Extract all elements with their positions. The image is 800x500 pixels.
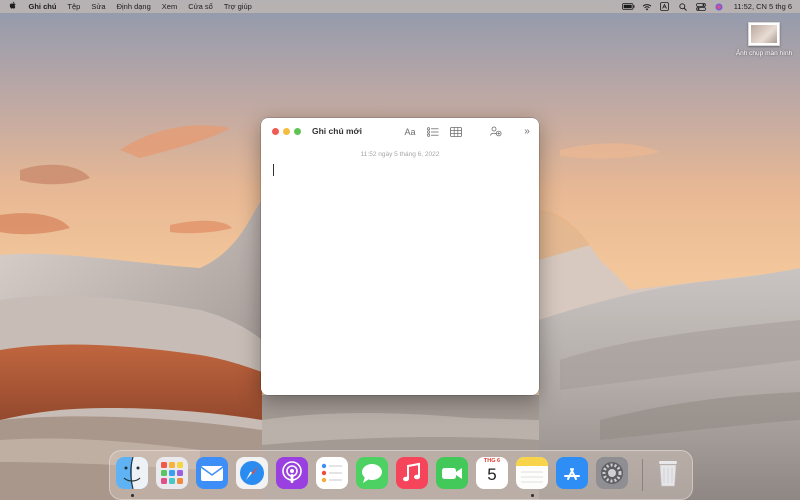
menu-edit[interactable]: Sửa — [86, 0, 111, 13]
dock-reminders[interactable] — [316, 457, 348, 489]
siri-icon[interactable] — [712, 0, 726, 13]
dock-app-store[interactable] — [556, 457, 588, 489]
zoom-button[interactable] — [294, 127, 301, 135]
running-indicator — [531, 494, 534, 497]
dock: THG 6 5 — [109, 450, 693, 500]
note-timestamp: 11:52 ngày 5 tháng 6, 2022 — [360, 151, 440, 158]
menu-help[interactable]: Trợ giúp — [218, 0, 257, 13]
desktop-file-label: Ảnh chụp màn hình — [735, 50, 793, 57]
app-store-icon — [556, 457, 588, 489]
dock-mail[interactable] — [196, 457, 228, 489]
finder-icon — [116, 457, 148, 489]
music-icon — [396, 457, 428, 489]
toolbar-overflow-button[interactable]: » — [521, 125, 533, 138]
menu-clock[interactable]: 11:52, CN 5 thg 6 — [728, 2, 792, 11]
table-icon[interactable] — [449, 125, 463, 138]
minimize-button[interactable] — [283, 127, 290, 135]
calendar-month: THG 6 — [483, 458, 501, 464]
menu-file[interactable]: Tệp — [62, 0, 86, 13]
wifi-icon[interactable] — [640, 0, 654, 13]
checklist-icon[interactable] — [426, 125, 440, 138]
close-button[interactable] — [272, 127, 279, 135]
menu-window[interactable]: Cửa sổ — [183, 0, 219, 13]
calendar-icon: THG 6 5 — [476, 457, 508, 489]
dock-notes[interactable] — [516, 457, 548, 497]
dock-messages[interactable] — [356, 457, 388, 489]
control-center-icon[interactable] — [694, 0, 708, 13]
running-indicator — [131, 494, 134, 497]
calendar-day: 5 — [487, 465, 497, 484]
launchpad-icon — [156, 457, 188, 489]
collaborate-icon[interactable] — [489, 125, 503, 138]
dock-separator — [642, 459, 643, 491]
dock-finder[interactable] — [116, 457, 148, 497]
trash-icon — [659, 461, 677, 487]
dock-facetime[interactable] — [436, 457, 468, 489]
safari-icon — [236, 457, 268, 489]
dock-calendar[interactable]: THG 6 5 — [476, 457, 508, 489]
dock-system-preferences[interactable] — [596, 457, 628, 489]
menu-view[interactable]: Xem — [156, 0, 182, 13]
apple-menu-icon[interactable] — [0, 1, 23, 12]
dock-safari[interactable] — [236, 457, 268, 489]
notes-window: Ghi chú mới Aa » 11:52 ngày 5 tháng 6, 2… — [261, 118, 539, 395]
messages-icon — [356, 457, 388, 489]
dock-trash[interactable] — [652, 457, 684, 489]
menu-app-name[interactable]: Ghi chú — [23, 0, 62, 13]
screenshot-thumbnail-icon — [748, 22, 780, 46]
format-text-button[interactable]: Aa — [402, 125, 418, 138]
input-source-icon[interactable] — [658, 0, 672, 13]
notes-icon — [516, 457, 548, 489]
gear-icon — [596, 457, 628, 489]
menu-format[interactable]: Định dạng — [111, 0, 156, 13]
battery-icon[interactable] — [622, 0, 636, 13]
reminders-icon — [316, 457, 348, 489]
menu-bar: Ghi chú Tệp Sửa Định dạng Xem Cửa sổ Trợ… — [0, 0, 800, 13]
note-body[interactable] — [261, 160, 539, 395]
window-titlebar[interactable]: Ghi chú mới Aa » — [261, 118, 539, 145]
desktop-screenshot-file[interactable]: Ảnh chụp màn hình — [732, 22, 796, 58]
window-title: Ghi chú mới — [312, 126, 362, 136]
facetime-icon — [436, 457, 468, 489]
dock-launchpad[interactable] — [156, 457, 188, 489]
podcasts-icon — [276, 457, 308, 489]
dock-music[interactable] — [396, 457, 428, 489]
dock-podcasts[interactable] — [276, 457, 308, 489]
mail-icon — [196, 457, 228, 489]
spotlight-search-icon[interactable] — [676, 0, 690, 13]
